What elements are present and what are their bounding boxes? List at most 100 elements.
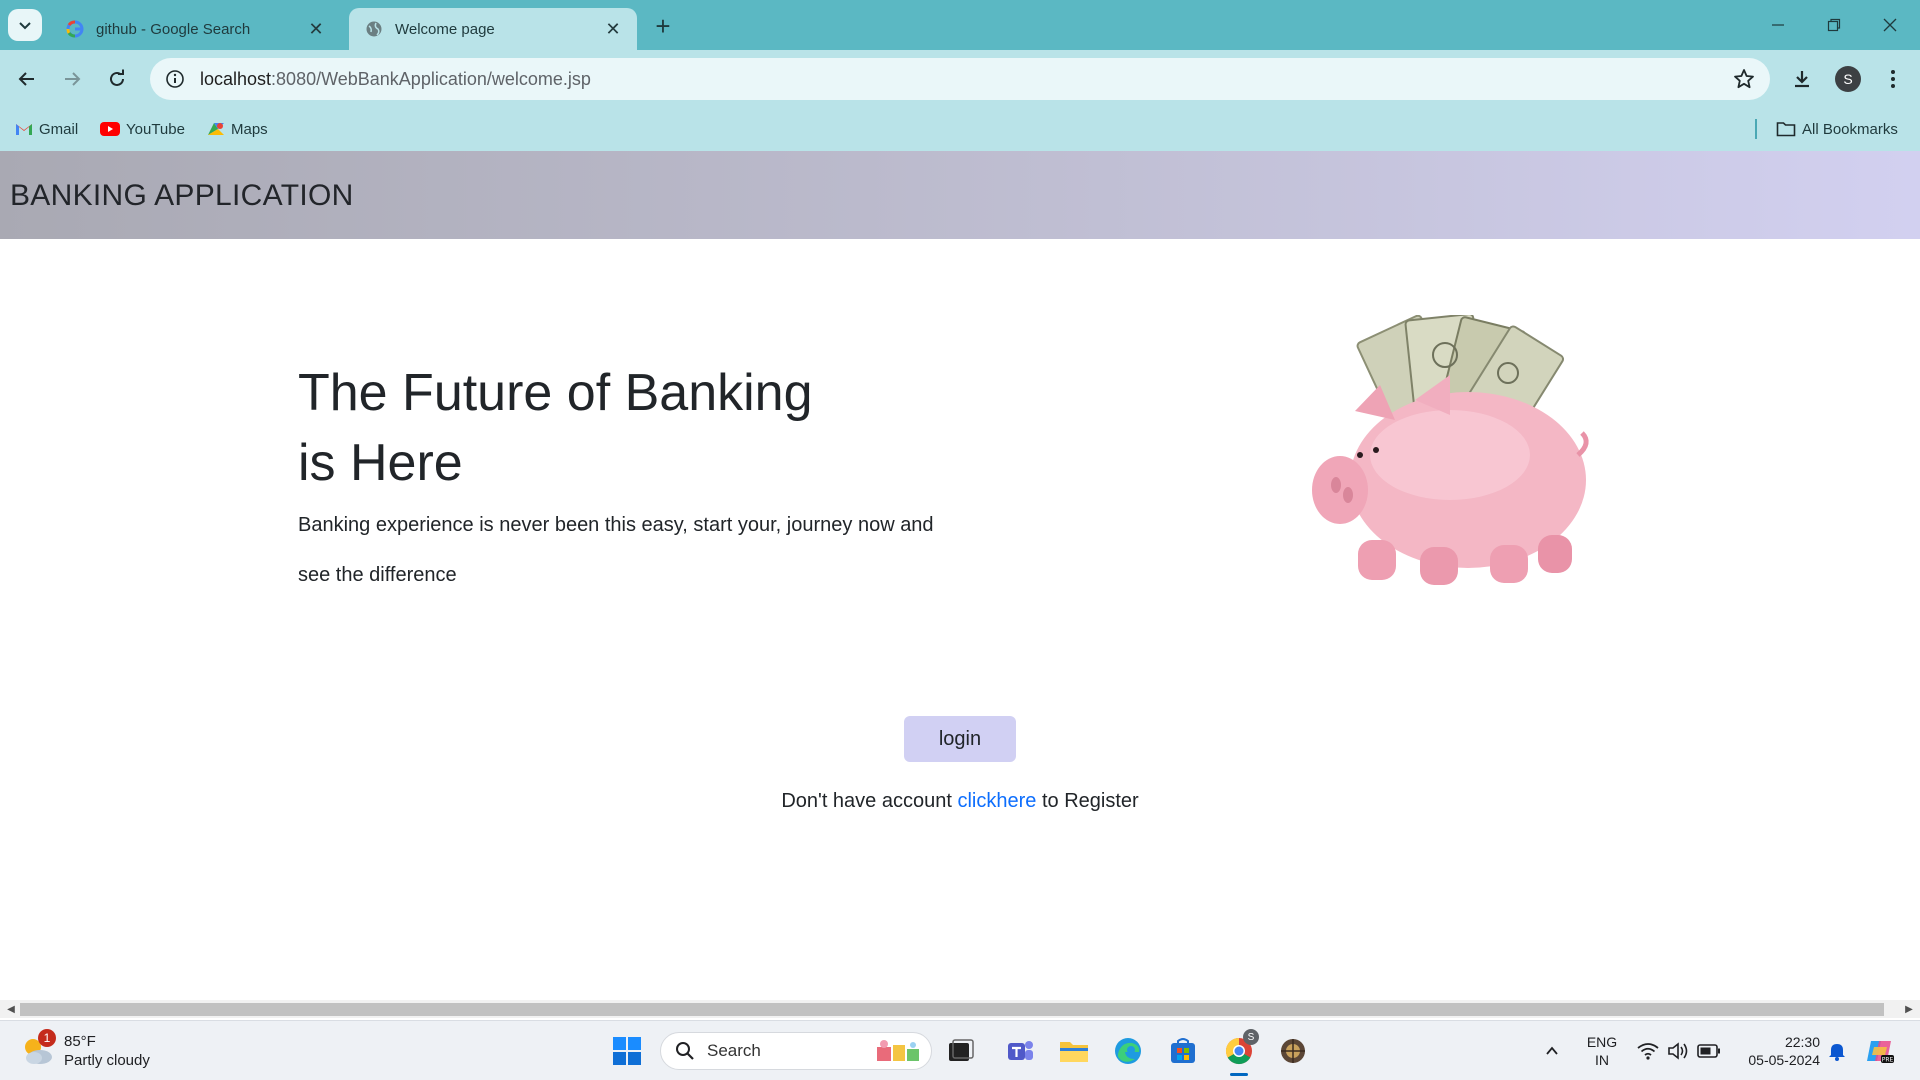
restore-button[interactable] [1806,0,1862,50]
taskbar-chrome[interactable]: S [1219,1029,1259,1071]
close-icon[interactable]: ✕ [304,17,328,41]
url-host: localhost [200,68,272,89]
weather-text: 85°F Partly cloudy [64,1032,150,1070]
weather-alert-badge: 1 [38,1029,56,1047]
start-button[interactable] [607,1031,647,1071]
folder-icon [1060,1042,1088,1062]
taskbar-task-view[interactable] [941,1031,981,1071]
forward-button[interactable] [56,63,88,95]
close-icon[interactable]: ✕ [601,17,625,41]
clock-text: 22:30 05-05-2024 [1730,1033,1820,1069]
active-app-indicator [1230,1073,1248,1076]
taskbar-teams[interactable] [1000,1031,1040,1071]
bookmark-label: Gmail [39,120,79,138]
bell-icon [1829,1044,1845,1061]
language-bottom: IN [1595,1052,1609,1068]
more-vertical-icon [1891,70,1895,88]
tab-title: github - Google Search [96,20,251,38]
clock[interactable]: 22:30 05-05-2024 [1730,1031,1820,1071]
browser-toolbar: localhost:8080/WebBankApplication/welcom… [0,50,1920,108]
clock-date: 05-05-2024 [1748,1052,1820,1068]
bookmark-label: Maps [231,120,268,138]
battery-button[interactable] [1694,1031,1724,1071]
all-bookmarks-label: All Bookmarks [1802,120,1898,138]
bookmark-label: YouTube [126,120,185,138]
register-link[interactable]: clickhere [957,790,1036,812]
arrow-left-icon [18,72,34,86]
profile-avatar[interactable]: S [1835,66,1861,92]
search-label: Search [707,1041,761,1060]
address-bar[interactable]: localhost:8080/WebBankApplication/welcom… [150,58,1770,100]
google-icon [66,20,84,38]
app-emblem-icon [1281,1039,1305,1063]
svg-text:PRE: PRE [1882,1057,1894,1064]
notifications-button[interactable] [1824,1031,1850,1071]
brand-title[interactable]: BANKING APPLICATION [10,179,354,213]
scroll-left-arrow-icon[interactable]: ◀ [2,1000,20,1018]
hero-title: The Future of Banking is Here [298,364,813,492]
url-path: :8080/WebBankApplication/welcome.jsp [271,68,591,89]
close-window-button[interactable] [1862,0,1918,50]
chevron-down-icon [19,22,31,30]
gmail-icon [15,122,33,136]
url-text: localhost:8080/WebBankApplication/welcom… [200,69,591,90]
maps-icon [207,120,225,138]
reload-icon [110,69,124,86]
close-icon [1883,18,1897,32]
wifi-button[interactable] [1634,1031,1662,1071]
bookmark-youtube[interactable]: YouTube [100,116,185,142]
new-tab-button[interactable]: + [648,11,678,41]
windows-taskbar: 1 85°F Partly cloudy Search S ENG IN 22:… [0,1020,1920,1080]
taskbar-file-explorer[interactable] [1054,1031,1094,1071]
volume-button[interactable] [1664,1031,1692,1071]
register-prefix: Don't have account [781,790,952,812]
tab-github-search[interactable]: github - Google Search ✕ [52,8,340,50]
tab-search-button[interactable] [8,9,42,41]
store-icon [1171,1038,1195,1063]
windows-logo-icon [613,1037,641,1065]
folder-icon [1776,121,1796,137]
weather-widget[interactable]: 1 85°F Partly cloudy [20,1029,150,1071]
language-top: ENG [1586,1034,1618,1050]
wifi-icon [1637,1043,1659,1060]
search-icon [676,1042,694,1060]
scrollbar-thumb[interactable] [20,1003,1884,1016]
downloads-button[interactable] [1786,63,1818,95]
minimize-button[interactable] [1750,0,1806,50]
battery-icon [1697,1044,1720,1058]
teams-icon [1008,1041,1033,1060]
copilot-button[interactable]: PRE [1862,1031,1898,1071]
bookmarks-separator [1755,119,1757,139]
youtube-icon [100,122,120,136]
taskbar-search[interactable]: Search [660,1032,932,1070]
tray-overflow-button[interactable] [1540,1031,1564,1071]
hero-description: Banking experience is never been this ea… [298,514,934,586]
site-info-icon[interactable] [154,58,196,100]
bookmarks-bar: Gmail YouTube Maps All Bookmarks [0,108,1920,151]
tab-welcome-page[interactable]: Welcome page ✕ [349,8,637,50]
globe-icon [365,20,383,38]
task-view-icon [949,1039,974,1061]
pig-body-graphic [1312,375,1589,585]
download-icon [1795,71,1809,88]
bookmark-star-icon[interactable] [1732,67,1756,91]
restore-icon [1827,18,1841,32]
site-navbar: BANKING APPLICATION [0,151,1920,239]
tab-strip: github - Google Search ✕ Welcome page ✕ … [0,0,1920,50]
taskbar-store[interactable] [1163,1031,1203,1071]
language-indicator[interactable]: ENG IN [1580,1031,1624,1071]
edge-icon [1115,1038,1141,1064]
all-bookmarks-button[interactable]: All Bookmarks [1776,116,1898,142]
taskbar-edge[interactable] [1108,1031,1148,1071]
horizontal-scrollbar[interactable]: ◀ ▶ [0,1000,1920,1018]
taskbar-app-extra[interactable] [1273,1031,1313,1071]
gift-icon [877,1040,919,1061]
bookmark-maps[interactable]: Maps [207,116,268,142]
bookmark-gmail[interactable]: Gmail [15,116,78,142]
language-text: ENG IN [1587,1033,1617,1069]
back-button[interactable] [11,63,43,95]
reload-button[interactable] [101,63,133,95]
login-button[interactable]: login [904,716,1016,762]
menu-button[interactable] [1877,63,1909,95]
scroll-right-arrow-icon[interactable]: ▶ [1900,1000,1918,1018]
